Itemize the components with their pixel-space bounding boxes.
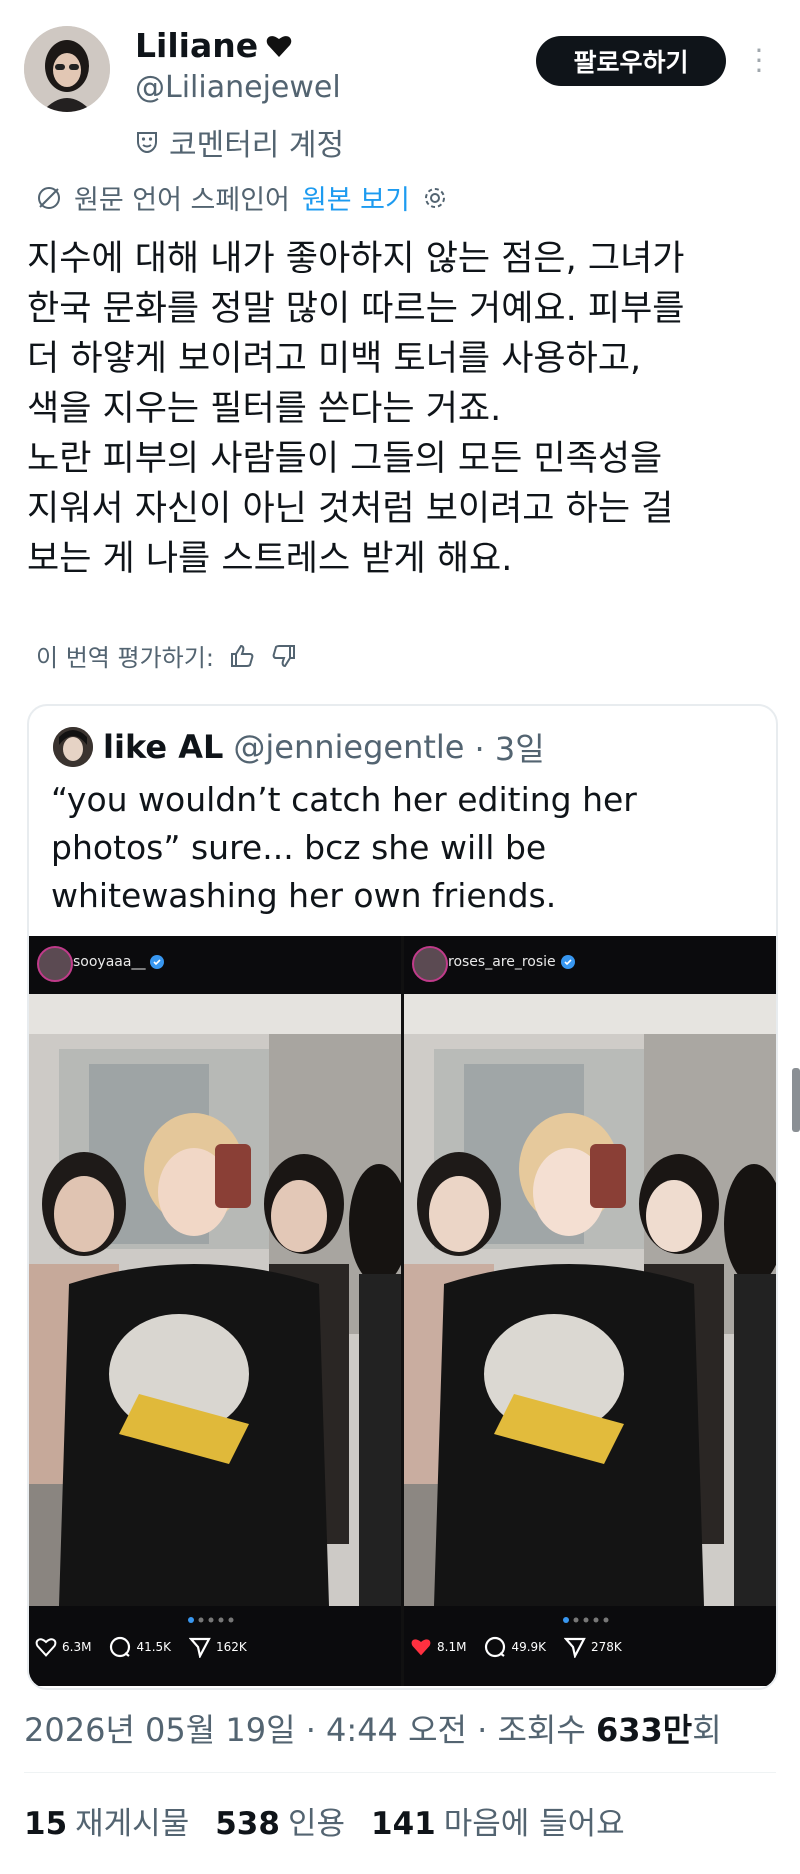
share-icon: [564, 1637, 586, 1658]
quote-label: 인용: [287, 1806, 345, 1842]
repost-count[interactable]: 15 재게시물: [24, 1798, 189, 1843]
show-original-link[interactable]: 원본 보기: [302, 178, 410, 217]
tweet-text: 지수에 대해 내가 좋아하지 않는 점은, 그녀가 한국 문화를 정말 많이 따…: [27, 234, 777, 584]
verified-badge-icon: [560, 955, 575, 969]
quoted-media[interactable]: sooyaaa__ 6.3M 41.5K 162K roses_are_rosi…: [29, 936, 776, 1686]
quote-number: 538: [215, 1806, 280, 1842]
more-options-icon[interactable]: · · ·: [748, 37, 770, 85]
quoted-line: photos” sure... bcz she will be: [51, 828, 547, 867]
tweet-line: 노란 피부의 사람들이 그들의 모든 민족성을: [27, 439, 663, 479]
tweet-line: 지워서 자신이 아닌 것처럼 보이려고 하는 걸: [27, 489, 674, 529]
translate-icon: [38, 186, 60, 209]
verified-badge-icon: [150, 955, 165, 969]
instagram-panel: roses_are_rosie 8.1M 49.9K 278K: [404, 936, 776, 1686]
black-heart-icon: [266, 35, 292, 57]
instagram-avatar: [412, 946, 448, 982]
user-handle[interactable]: @Lilianejewel: [135, 70, 341, 105]
quoted-avatar: [53, 727, 93, 767]
quoted-text: “you wouldn’t catch her editing her phot…: [51, 776, 751, 920]
theater-mask-icon: [137, 132, 157, 154]
instagram-username-text: sooyaaa__: [73, 954, 146, 970]
account-type-label: 코멘터리 계정: [135, 120, 344, 164]
heart-filled-icon: [411, 1639, 431, 1656]
comment-icon: [485, 1636, 506, 1658]
tweet-line: 색을 지우는 필터를 쓴다는 거죠.: [27, 389, 502, 429]
share-count: 278K: [591, 1640, 622, 1654]
scrollbar[interactable]: [792, 1068, 800, 1132]
instagram-username: sooyaaa__: [73, 954, 165, 970]
thumbs-up-icon[interactable]: [228, 642, 256, 670]
tweet-line: 더 하얗게 보이려고 미백 토너를 사용하고,: [27, 339, 642, 379]
thumbs-down-icon[interactable]: [270, 642, 298, 670]
translation-bar: 원문 언어 스페인어 원본 보기: [36, 178, 448, 217]
instagram-stats: 6.3M 41.5K 162K: [35, 1636, 247, 1658]
carousel-dots-icon: [563, 1617, 609, 1623]
quoted-handle: @jenniegentle: [233, 728, 465, 766]
follow-button[interactable]: 팔로우하기: [536, 36, 726, 86]
instagram-username-text: roses_are_rosie: [448, 954, 556, 970]
translation-source-note: 원문 언어 스페인어: [74, 185, 290, 216]
divider: [24, 1772, 776, 1773]
quoted-tweet-header: like AL @jenniegentle · 3일: [53, 724, 545, 770]
like-count: 6.3M: [62, 1640, 92, 1654]
avatar[interactable]: [24, 26, 110, 112]
instagram-panel: sooyaaa__ 6.3M 41.5K 162K: [29, 936, 401, 1686]
repost-label: 재게시물: [75, 1806, 190, 1842]
like-count-total[interactable]: 141 마음에 들어요: [371, 1798, 625, 1843]
gear-icon[interactable]: [422, 185, 448, 211]
quoted-line: “you wouldn’t catch her editing her: [51, 780, 637, 819]
quoted-time: · 3일: [474, 730, 545, 768]
comment-count: 41.5K: [136, 1640, 172, 1654]
comment-icon: [110, 1636, 131, 1658]
tweet-date[interactable]: 2026년 05월 19일 · 4:44 오전 · 조회수: [24, 1711, 596, 1749]
share-count: 162K: [216, 1640, 247, 1654]
tweet-line: 지수에 대해 내가 좋아하지 않는 점은, 그녀가: [27, 239, 685, 279]
repost-number: 15: [24, 1806, 68, 1842]
carousel-dots-icon: [188, 1617, 234, 1623]
like-count: 8.1M: [437, 1640, 467, 1654]
account-type-text: 코멘터리 계정: [169, 128, 345, 163]
view-suffix: 회: [692, 1711, 722, 1749]
like-number: 141: [371, 1806, 436, 1842]
rate-translation: 이 번역 평가하기:: [36, 638, 298, 673]
view-count: 633만: [595, 1711, 693, 1749]
heart-outline-icon: [35, 1638, 57, 1657]
rate-translation-label: 이 번역 평가하기:: [36, 644, 214, 672]
comment-count: 49.9K: [511, 1640, 547, 1654]
like-label: 마음에 들어요: [443, 1806, 625, 1842]
tweet-line: 보는 게 나를 스트레스 받게 해요.: [27, 539, 513, 579]
tweet-timestamp-views: 2026년 05월 19일 · 4:44 오전 · 조회수 633만회: [24, 1705, 722, 1751]
display-name[interactable]: Liliane: [135, 26, 292, 65]
display-name-text[interactable]: Liliane: [135, 26, 258, 65]
quoted-line: whitewashing her own friends.: [51, 876, 557, 915]
instagram-stats: 8.1M 49.9K 278K: [410, 1636, 622, 1658]
tweet-line: 한국 문화를 정말 많이 따르는 거예요. 피부를: [27, 289, 685, 329]
instagram-avatar: [37, 946, 73, 982]
instagram-username: roses_are_rosie: [448, 954, 575, 970]
quoted-tweet-card[interactable]: like AL @jenniegentle · 3일 “you wouldn’t…: [27, 704, 778, 1690]
share-icon: [189, 1637, 211, 1658]
quote-count[interactable]: 538 인용: [215, 1798, 345, 1843]
quoted-display-name: like AL: [103, 728, 224, 766]
engagement-counts: 15 재게시물 538 인용 141 마음에 들어요: [24, 1798, 625, 1843]
